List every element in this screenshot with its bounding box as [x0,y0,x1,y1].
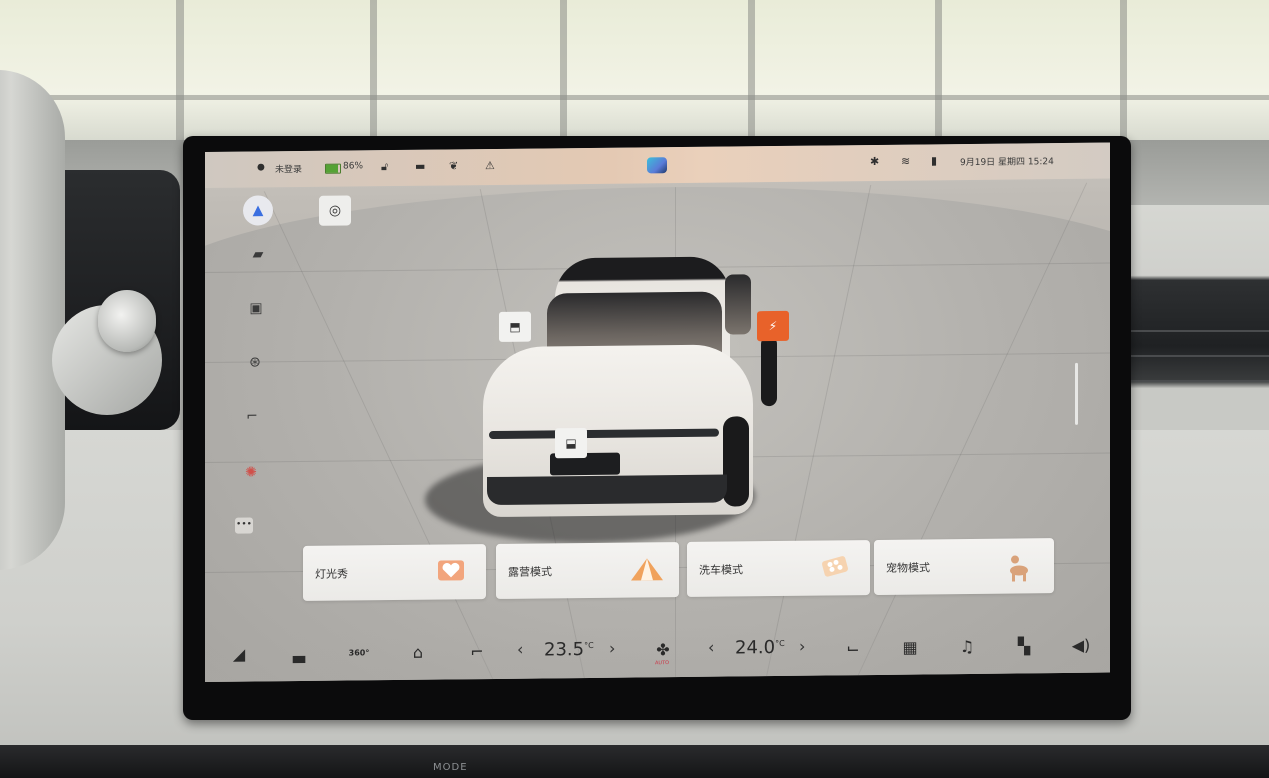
hud-icon[interactable]: ▣ [243,297,269,319]
battery-icon [325,163,341,174]
pet-icon [1002,550,1036,582]
charge-port-icon[interactable]: ⚡︎ [757,310,789,342]
music-icon[interactable]: ♫ [953,634,981,660]
alert-icon[interactable]: ⚠ [485,159,495,172]
door-icon[interactable]: ⬒ [499,311,531,342]
temp-unit: °C [775,638,785,649]
window-mullion [748,0,755,140]
light-icon[interactable]: ✺ [238,461,264,483]
bluetooth-icon[interactable]: ✱ [870,155,879,168]
person-icon[interactable]: ● [257,162,265,172]
window-mullion [370,0,377,140]
battery-percent: 86% [343,161,364,172]
seat-right-icon[interactable]: ⌙ [839,635,867,661]
mode-label: 宠物模式 [886,561,930,575]
seat-left-icon[interactable]: ⌐ [463,639,491,665]
carwash-icon [818,552,852,582]
scroll-indicator[interactable] [1075,362,1078,425]
right-temp: 24.0°C [735,637,785,659]
defrost-front-icon[interactable]: ⌂ [404,640,432,666]
camera-360-icon[interactable]: 360° [345,640,373,666]
temp-right-up-button[interactable]: › [799,637,805,656]
mode-card-lightshow[interactable]: 灯光秀 [303,544,486,601]
console-mode-label: MODE [433,762,468,773]
temp-unit: °C [584,640,594,651]
mode-label: 露营模式 [508,565,552,579]
window-mullion [176,0,184,160]
left-temp-value: 23.5 [544,639,585,661]
mode-card-pet[interactable]: 宠物模式 [874,538,1054,595]
temp-left-down-button[interactable]: ‹ [517,640,523,659]
app-logo-icon[interactable] [647,157,667,174]
login-status[interactable]: 未登录 [275,162,302,175]
apps-icon[interactable]: ▚ [1010,633,1038,659]
infotainment-screen: ● 未登录 86% 🔓︎ ▬ ❦ ⚠ ✱ ≋ ▮ 9月19日 星期四 15:24… [205,142,1110,682]
wifi-icon[interactable]: ≋ [901,155,910,168]
car-front-icon[interactable]: ▰ [245,243,271,265]
tent-icon [627,554,663,584]
mode-label: 洗车模式 [699,563,743,577]
home-icon[interactable]: ◢ [225,641,253,667]
more-icon[interactable]: ••• [235,517,253,534]
mode-card-camping[interactable]: 露营模式 [496,542,679,599]
mode-label: 灯光秀 [315,567,348,581]
left-temp: 23.5°C [544,639,594,661]
leaf-icon[interactable]: ❦ [449,159,458,172]
seat-icon[interactable]: ⌐ [239,405,265,427]
defrost-rear-icon[interactable]: ▦ [896,634,924,660]
car-front-wheel [723,416,749,507]
lightshow-icon [434,556,468,586]
volume-icon[interactable]: ◀) [1067,633,1095,659]
car-side-window [725,274,751,335]
steering-wheel [0,70,65,570]
sunroof-icon[interactable]: ▬ [415,160,425,173]
temp-left-up-button[interactable]: › [609,639,615,658]
temp-right-down-button[interactable]: ‹ [708,638,714,657]
gear-knob [98,290,156,352]
scan-view-icon[interactable]: ◎ [319,195,351,226]
signal-icon: ▮ [931,154,938,168]
window-mullion [935,0,942,140]
window-transom [0,95,1269,100]
car-bumper [487,474,727,506]
steering-icon[interactable]: ⊛ [242,351,268,373]
frunk-icon[interactable]: ⬓ [555,427,587,459]
car-rear-wheel [761,336,777,407]
window-mullion [560,0,567,140]
lock-icon[interactable]: 🔓︎ [381,160,388,174]
fan-mode-label: AUTO [655,660,670,667]
mode-card-carwash[interactable]: 洗车模式 [687,540,870,597]
right-temp-value: 24.0 [735,637,776,659]
navigation-icon[interactable]: ▲ [243,195,273,226]
car-icon[interactable]: ▃ [285,641,313,667]
center-console [0,745,1269,778]
datetime: 9月19日 星期四 15:24 [960,157,1054,169]
